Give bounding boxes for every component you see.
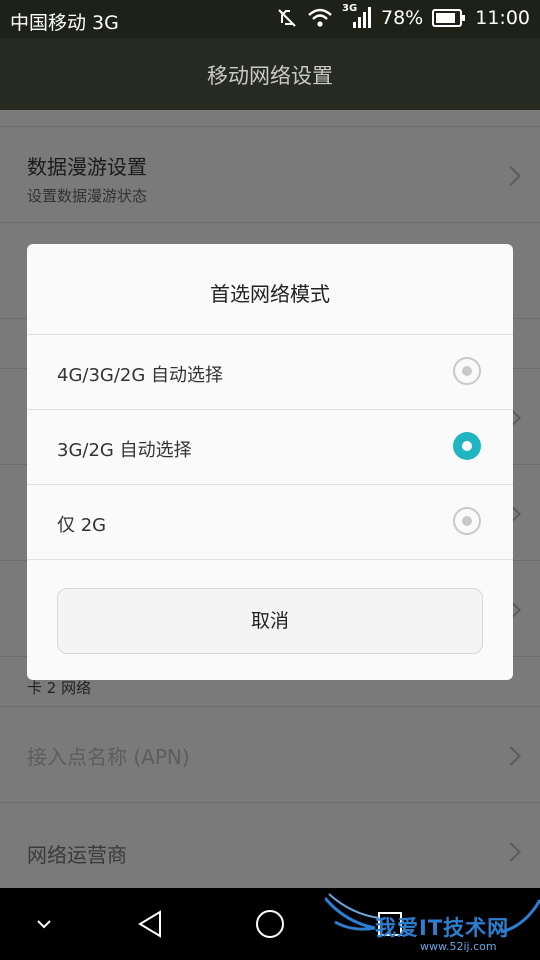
- carrier-name: 中国移动 3G: [10, 12, 119, 34]
- status-bar: 中国移动 3G 3G 78% 11:00: [0, 0, 540, 38]
- chevron-right-icon: [501, 842, 521, 862]
- mute-icon: [278, 9, 296, 27]
- option-2g-only[interactable]: 仅 2G: [27, 484, 513, 560]
- dialog-divider: [27, 559, 513, 560]
- title-bar: 移动网络设置: [0, 38, 540, 110]
- radio-button-selected[interactable]: [453, 432, 481, 460]
- radio-button[interactable]: [453, 357, 481, 385]
- dialog-title: 首选网络模式: [210, 282, 330, 306]
- settings-row-title: 网络运营商: [27, 843, 127, 867]
- battery-percent: 78%: [381, 7, 424, 29]
- chevron-right-icon: [501, 746, 521, 766]
- collapse-icon: [37, 920, 51, 929]
- collapse-button[interactable]: [4, 888, 84, 960]
- home-icon: [256, 910, 284, 938]
- option-3g-2g-auto[interactable]: 3G/2G 自动选择: [27, 409, 513, 485]
- option-label: 3G/2G 自动选择: [57, 440, 192, 461]
- back-button[interactable]: [110, 888, 190, 960]
- watermark-url: www.52ij.com: [420, 940, 497, 953]
- signal-group: 3G: [342, 3, 372, 30]
- watermark-text: 我爱IT技术网: [375, 916, 510, 940]
- status-icons: 3G 78% 11:00: [276, 3, 530, 30]
- settings-row-title: 数据漫游设置: [27, 155, 147, 179]
- home-button[interactable]: [230, 888, 310, 960]
- wifi-icon: [308, 8, 332, 27]
- settings-row-subtitle: 设置数据漫游状态: [27, 187, 148, 205]
- watermark: 我爱IT技术网 www.52ij.com: [325, 892, 540, 960]
- radio-button[interactable]: [453, 507, 481, 535]
- option-4g-3g-2g-auto[interactable]: 4G/3G/2G 自动选择: [27, 334, 513, 410]
- cancel-button[interactable]: 取消: [57, 588, 483, 654]
- page-title: 移动网络设置: [207, 64, 333, 88]
- settings-row-operator[interactable]: 网络运营商: [0, 802, 540, 889]
- settings-row-title: 接入点名称 (APN): [27, 745, 190, 769]
- settings-row-data-roaming[interactable]: 数据漫游设置 设置数据漫游状态: [0, 126, 540, 223]
- chevron-right-icon: [501, 166, 521, 186]
- network-mode-dialog: 首选网络模式 4G/3G/2G 自动选择 3G/2G 自动选择 仅 2G 取消: [27, 244, 513, 680]
- signal-icon: [353, 7, 371, 28]
- section-header-label: 卡 2 网络: [27, 679, 92, 697]
- option-label: 仅 2G: [57, 515, 107, 536]
- option-label: 4G/3G/2G 自动选择: [57, 365, 224, 386]
- battery-icon: [432, 9, 466, 27]
- settings-row-apn[interactable]: 接入点名称 (APN): [0, 706, 540, 803]
- clock: 11:00: [475, 7, 530, 29]
- back-icon: [138, 910, 161, 938]
